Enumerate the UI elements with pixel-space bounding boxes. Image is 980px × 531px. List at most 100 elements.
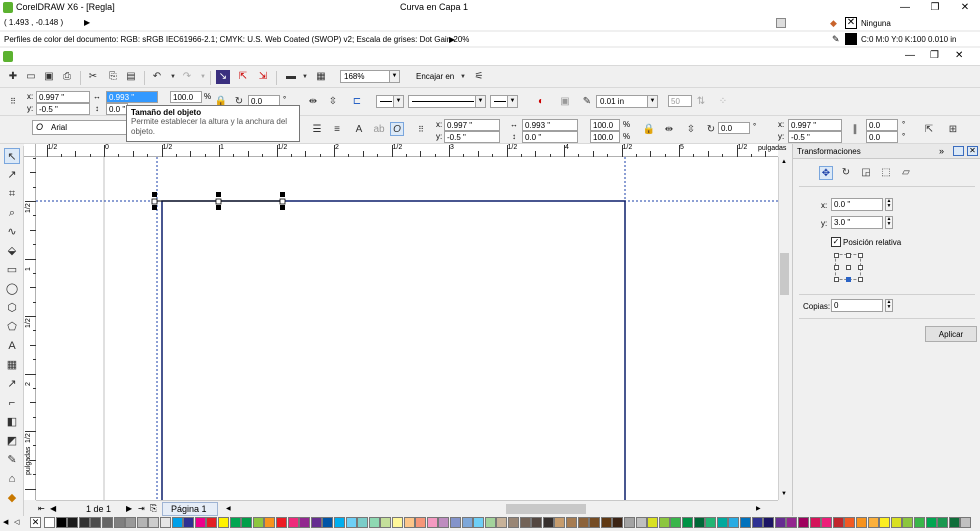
palette-swatch[interactable]: [740, 517, 751, 528]
palette-swatch[interactable]: [635, 517, 647, 528]
welcome-screen-icon[interactable]: ▦: [314, 70, 328, 84]
export-icon[interactable]: ⇱: [236, 70, 250, 84]
palette-swatch[interactable]: [78, 517, 90, 528]
palette-swatch[interactable]: [496, 517, 508, 528]
palette-swatch[interactable]: [334, 517, 345, 528]
app-launcher-dropdown-icon[interactable]: ▼: [298, 70, 312, 84]
paste-icon[interactable]: ▤: [124, 70, 138, 84]
zoom-level-select[interactable]: 168% ▼: [340, 70, 400, 83]
anchor-middle-right[interactable]: [858, 265, 863, 270]
anchor-bottom-right[interactable]: [858, 277, 863, 282]
palette-swatch[interactable]: [821, 517, 833, 528]
palette-swatch[interactable]: [322, 517, 334, 528]
palette-swatch[interactable]: [90, 517, 102, 528]
skew-tab-icon[interactable]: ▱: [899, 166, 913, 180]
undo-dropdown-icon[interactable]: ▼: [166, 70, 180, 84]
pick-tool-icon[interactable]: ↖: [4, 148, 20, 164]
table-tool-icon[interactable]: ▦: [4, 357, 20, 373]
palette-swatch[interactable]: [879, 517, 891, 528]
docker-x-input[interactable]: [831, 198, 883, 211]
palette-swatch[interactable]: [461, 517, 473, 528]
palette-swatch[interactable]: [113, 517, 125, 528]
polygon-tool-icon[interactable]: ⬡: [4, 300, 20, 316]
print-icon[interactable]: ⎙: [60, 70, 74, 84]
h-scroll-left-icon[interactable]: ◀: [226, 505, 231, 512]
palette-swatch[interactable]: [183, 517, 195, 528]
last-page-icon[interactable]: ⇥: [138, 504, 145, 513]
palette-swatch[interactable]: [102, 517, 113, 528]
connector-tool-icon[interactable]: ⌐: [4, 395, 20, 411]
doc-restore-button[interactable]: ❐: [930, 50, 939, 61]
text-y-input[interactable]: [444, 131, 500, 143]
palette-swatch[interactable]: [194, 517, 206, 528]
vertical-scrollbar[interactable]: ▲ ▼: [778, 157, 790, 500]
text-mirror-icon[interactable]: ⇹: [662, 123, 676, 137]
redo-icon[interactable]: ↷: [180, 70, 194, 84]
palette-swatch[interactable]: [647, 517, 659, 528]
handle-top-left[interactable]: [152, 192, 157, 197]
palette-swatch[interactable]: [844, 517, 856, 528]
copies-spinner[interactable]: ▲ ▼: [885, 299, 893, 312]
text-rotate-icon[interactable]: ↻: [704, 123, 718, 137]
import-icon[interactable]: ↘: [216, 70, 230, 84]
vertical-ruler[interactable]: pulgadas 1/2 1 1/2 2 1/2: [24, 157, 36, 500]
docker-x-spinner[interactable]: ▲ ▼: [885, 198, 893, 211]
text-scale-b-input[interactable]: [590, 131, 620, 143]
palette-swatch[interactable]: [125, 517, 137, 528]
palette-swatch[interactable]: [716, 517, 728, 528]
palette-swatch[interactable]: [577, 517, 589, 528]
copies-input[interactable]: [831, 299, 883, 312]
close-curve-icon[interactable]: ⊏: [350, 95, 364, 109]
prev-page-icon[interactable]: ◀: [50, 504, 56, 513]
text-x2-input[interactable]: [788, 119, 842, 131]
skew-b-input[interactable]: [866, 131, 898, 143]
palette-swatch[interactable]: [403, 517, 415, 528]
palette-swatch[interactable]: [612, 517, 624, 528]
palette-swatch[interactable]: [774, 517, 786, 528]
palette-swatch[interactable]: [345, 517, 357, 528]
palette-swatch[interactable]: [856, 517, 867, 528]
scroll-down-icon[interactable]: ▼: [781, 491, 787, 497]
page-rectangle[interactable]: [161, 200, 626, 500]
text-height-input[interactable]: [522, 131, 578, 143]
dimension-tool-icon[interactable]: ↗: [4, 376, 20, 392]
mirror-horizontal-icon[interactable]: ⇹: [306, 95, 320, 109]
palette-swatch[interactable]: [914, 517, 925, 528]
add-page-icon[interactable]: ⎘: [150, 503, 157, 514]
palette-swatch[interactable]: [415, 517, 427, 528]
next-page-icon[interactable]: ▶: [126, 504, 132, 513]
doc-close-button[interactable]: ✕: [955, 50, 963, 61]
handle-top-center[interactable]: [216, 192, 221, 197]
handle-bottom-right[interactable]: [280, 205, 285, 210]
text-tool-icon[interactable]: A: [4, 338, 20, 354]
italic-font-icon[interactable]: O: [390, 122, 404, 136]
h-scroll-right-icon[interactable]: ▶: [756, 505, 761, 512]
copy-icon[interactable]: ⎘: [106, 70, 120, 84]
document-color-profiles[interactable]: Perfiles de color del documento: RGB: sR…: [4, 35, 469, 44]
palette-swatch[interactable]: [925, 517, 937, 528]
handle-middle-right[interactable]: [279, 198, 286, 205]
scroll-up-icon[interactable]: ▲: [781, 159, 787, 165]
ruler-corner[interactable]: [24, 144, 36, 157]
publish-pdf-icon[interactable]: ⇲: [256, 70, 270, 84]
docker-y-input[interactable]: [831, 216, 883, 229]
color-settings-icon[interactable]: [776, 18, 786, 28]
height-input[interactable]: [106, 103, 128, 115]
zoom-dropdown-icon[interactable]: ▼: [389, 71, 399, 82]
mirror-vertical-icon[interactable]: ⇳: [326, 95, 340, 109]
palette-swatch[interactable]: [473, 517, 485, 528]
palette-swatch[interactable]: [902, 517, 914, 528]
palette-swatch[interactable]: [809, 517, 821, 528]
palette-swatch[interactable]: [368, 517, 380, 528]
first-page-icon[interactable]: ⇤: [38, 504, 45, 513]
palette-swatch[interactable]: [519, 517, 531, 528]
anchor-grid[interactable]: [834, 253, 863, 282]
handle-top-right[interactable]: [280, 192, 285, 197]
palette-swatch[interactable]: [624, 517, 635, 528]
profiles-arrow-icon[interactable]: ▶: [449, 35, 455, 44]
palette-swatch[interactable]: [67, 517, 79, 528]
save-icon[interactable]: ▣: [42, 70, 56, 84]
palette-swatch[interactable]: [438, 517, 450, 528]
text-y2-input[interactable]: [788, 131, 842, 143]
palette-swatch[interactable]: [763, 517, 775, 528]
